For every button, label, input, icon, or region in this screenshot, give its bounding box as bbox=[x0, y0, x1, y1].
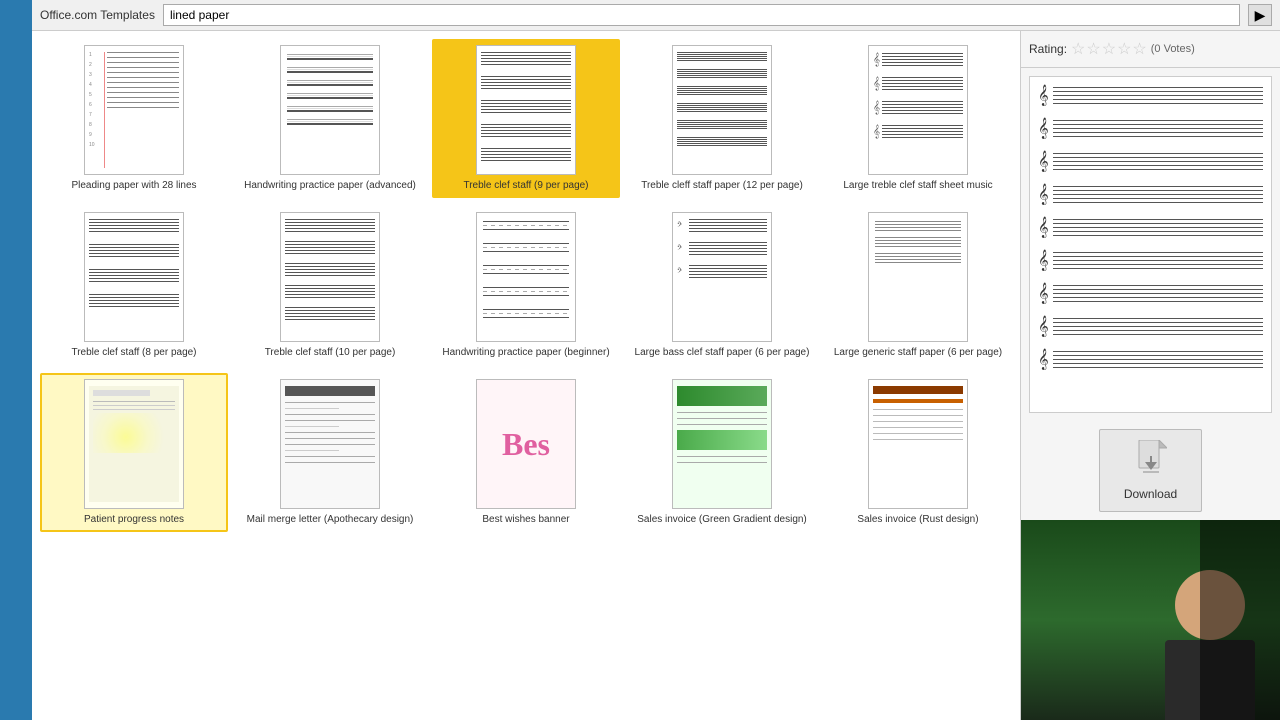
template-item-large-treble[interactable]: 𝄞 𝄞 𝄞 bbox=[824, 39, 1012, 198]
download-icon bbox=[1135, 440, 1167, 483]
preview-staff-lines-6 bbox=[1053, 252, 1263, 269]
preview-staff-lines-7 bbox=[1053, 285, 1263, 302]
template-thumb-treble10 bbox=[280, 212, 380, 342]
template-label-mailmerge: Mail merge letter (Apothecary design) bbox=[247, 513, 414, 526]
template-thumb-patient bbox=[84, 379, 184, 509]
template-item-hw-advanced[interactable]: Handwriting practice paper (advanced) bbox=[236, 39, 424, 198]
preview-clef-2: 𝄞 bbox=[1038, 118, 1049, 139]
template-label-invoice-green: Sales invoice (Green Gradient design) bbox=[637, 513, 807, 526]
template-thumb-hw-beginner bbox=[476, 212, 576, 342]
template-label-treble9: Treble clef staff (9 per page) bbox=[463, 179, 588, 192]
preview-clef-5: 𝄞 bbox=[1038, 217, 1049, 238]
template-thumb-invoice-green bbox=[672, 379, 772, 509]
template-item-invoice-green[interactable]: Sales invoice (Green Gradient design) bbox=[628, 373, 816, 532]
preview-staff-row-7: 𝄞 bbox=[1038, 283, 1263, 304]
preview-staff-lines-9 bbox=[1053, 351, 1263, 368]
template-item-invoice-rust[interactable]: Sales invoice (Rust design) bbox=[824, 373, 1012, 532]
search-button[interactable]: ▶ bbox=[1248, 4, 1272, 26]
template-thumb-bass6: 𝄢 𝄢 𝄢 bbox=[672, 212, 772, 342]
template-thumb-treble8 bbox=[84, 212, 184, 342]
template-label-hw-beginner: Handwriting practice paper (beginner) bbox=[442, 346, 609, 359]
content-area: 12345678910 Pleading paper with 28 lines bbox=[32, 31, 1280, 720]
header-bar: Office.com Templates ▶ bbox=[32, 0, 1280, 31]
preview-clef-8: 𝄞 bbox=[1038, 316, 1049, 337]
preview-clef-3: 𝄞 bbox=[1038, 151, 1049, 172]
preview-clef-1: 𝄞 bbox=[1038, 85, 1049, 106]
stars-container: ☆ ☆ ☆ ☆ ☆ bbox=[1071, 39, 1147, 59]
template-thumb-bestwish: Bes bbox=[476, 379, 576, 509]
template-label-treble10: Treble clef staff (10 per page) bbox=[265, 346, 396, 359]
template-label-patient: Patient progress notes bbox=[84, 513, 184, 526]
template-thumb-treble9 bbox=[476, 45, 576, 175]
preview-clef-6: 𝄞 bbox=[1038, 250, 1049, 271]
preview-staff-row-1: 𝄞 bbox=[1038, 85, 1263, 106]
preview-staff-lines-4 bbox=[1053, 186, 1263, 203]
preview-staff-lines-8 bbox=[1053, 318, 1263, 335]
template-label-treble12: Treble cleff staff paper (12 per page) bbox=[641, 179, 803, 192]
template-thumb-hw-advanced bbox=[280, 45, 380, 175]
preview-staff-row-4: 𝄞 bbox=[1038, 184, 1263, 205]
template-item-treble8[interactable]: Treble clef staff (8 per page) bbox=[40, 206, 228, 365]
sidebar-right: Rating: ☆ ☆ ☆ ☆ ☆ (0 Votes) 𝄞 bbox=[1020, 31, 1280, 720]
template-label-bass6: Large bass clef staff paper (6 per page) bbox=[635, 346, 810, 359]
left-sidebar-tab bbox=[0, 0, 32, 720]
main-content: Office.com Templates ▶ 12345678910 bbox=[32, 0, 1280, 720]
preview-staff-lines-1 bbox=[1053, 87, 1263, 104]
preview-staff-row-9: 𝄞 bbox=[1038, 349, 1263, 370]
template-item-bass6[interactable]: 𝄢 𝄢 𝄢 Large bass clef staff paper (6 per… bbox=[628, 206, 816, 365]
video-area[interactable] bbox=[1021, 520, 1280, 720]
template-label-bestwish: Best wishes banner bbox=[482, 513, 569, 526]
votes-text: (0 Votes) bbox=[1151, 43, 1195, 55]
star-4[interactable]: ☆ bbox=[1117, 39, 1131, 59]
template-label-pleading: Pleading paper with 28 lines bbox=[71, 179, 196, 192]
preview-staff-row-8: 𝄞 bbox=[1038, 316, 1263, 337]
rating-label: Rating: ☆ ☆ ☆ ☆ ☆ (0 Votes) bbox=[1029, 39, 1272, 59]
preview-staff-row-2: 𝄞 bbox=[1038, 118, 1263, 139]
template-item-generic6[interactable]: Large generic staff paper (6 per page) bbox=[824, 206, 1012, 365]
template-label-treble8: Treble clef staff (8 per page) bbox=[71, 346, 196, 359]
preview-staff-row-3: 𝄞 bbox=[1038, 151, 1263, 172]
rating-text: Rating: bbox=[1029, 42, 1067, 56]
preview-clef-7: 𝄞 bbox=[1038, 283, 1049, 304]
preview-area: 𝄞 𝄞 𝄞 𝄞 bbox=[1029, 76, 1272, 413]
template-thumb-generic6 bbox=[868, 212, 968, 342]
download-label: Download bbox=[1124, 487, 1177, 501]
template-item-treble10[interactable]: Treble clef staff (10 per page) bbox=[236, 206, 424, 365]
template-grid: 12345678910 Pleading paper with 28 lines bbox=[32, 31, 1020, 720]
template-label-generic6: Large generic staff paper (6 per page) bbox=[834, 346, 1002, 359]
preview-staff-row-5: 𝄞 bbox=[1038, 217, 1263, 238]
template-item-mailmerge[interactable]: Mail merge letter (Apothecary design) bbox=[236, 373, 424, 532]
template-label-hw-advanced: Handwriting practice paper (advanced) bbox=[244, 179, 416, 192]
template-item-treble12[interactable]: Treble cleff staff paper (12 per page) bbox=[628, 39, 816, 198]
preview-staff-lines-2 bbox=[1053, 120, 1263, 137]
template-thumb-large-treble: 𝄞 𝄞 𝄞 bbox=[868, 45, 968, 175]
template-item-patient[interactable]: Patient progress notes bbox=[40, 373, 228, 532]
preview-clef-9: 𝄞 bbox=[1038, 349, 1049, 370]
template-thumb-invoice-rust bbox=[868, 379, 968, 509]
template-item-treble9[interactable]: Treble clef staff (9 per page) bbox=[432, 39, 620, 198]
star-1[interactable]: ☆ bbox=[1071, 39, 1085, 59]
search-input[interactable] bbox=[163, 4, 1240, 26]
star-2[interactable]: ☆ bbox=[1086, 39, 1100, 59]
template-thumb-pleading: 12345678910 bbox=[84, 45, 184, 175]
template-item-hw-beginner[interactable]: Handwriting practice paper (beginner) bbox=[432, 206, 620, 365]
download-file-icon bbox=[1135, 440, 1167, 476]
download-area: Download bbox=[1021, 421, 1280, 520]
template-item-pleading[interactable]: 12345678910 Pleading paper with 28 lines bbox=[40, 39, 228, 198]
template-thumb-mailmerge bbox=[280, 379, 380, 509]
video-placeholder bbox=[1021, 520, 1280, 720]
templates-title: Office.com Templates bbox=[40, 8, 155, 22]
preview-staff-lines-5 bbox=[1053, 219, 1263, 236]
template-item-bestwish[interactable]: Bes Best wishes banner bbox=[432, 373, 620, 532]
star-3[interactable]: ☆ bbox=[1102, 39, 1116, 59]
preview-clef-4: 𝄞 bbox=[1038, 184, 1049, 205]
template-label-large-treble: Large treble clef staff sheet music bbox=[843, 179, 992, 192]
template-label-invoice-rust: Sales invoice (Rust design) bbox=[857, 513, 978, 526]
template-thumb-treble12 bbox=[672, 45, 772, 175]
download-button[interactable]: Download bbox=[1099, 429, 1202, 512]
preview-staff-lines-3 bbox=[1053, 153, 1263, 170]
star-5[interactable]: ☆ bbox=[1132, 39, 1146, 59]
rating-area: Rating: ☆ ☆ ☆ ☆ ☆ (0 Votes) bbox=[1021, 31, 1280, 68]
preview-staff-row-6: 𝄞 bbox=[1038, 250, 1263, 271]
